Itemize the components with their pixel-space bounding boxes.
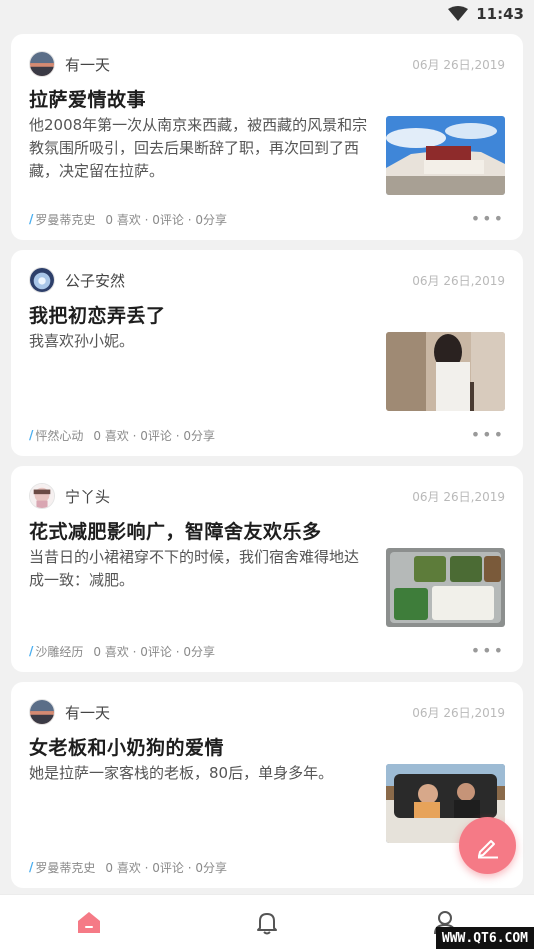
wifi-icon	[448, 6, 469, 21]
post-thumbnail[interactable]	[386, 332, 505, 411]
author-name[interactable]: 宁丫头	[65, 486, 110, 507]
post-meta: / 罗曼蒂克史 0 喜欢 · 0评论 · 0分享 •••	[29, 210, 505, 228]
watermark: WWW.QT6.COM	[435, 927, 534, 949]
post-summary[interactable]: 她是拉萨一家客栈的老板，80后，单身多年。	[29, 762, 369, 785]
home-icon	[78, 912, 100, 933]
post-stats: 0 喜欢 · 0评论 · 0分享	[105, 860, 228, 875]
avatar[interactable]	[29, 51, 55, 77]
tag-marker: /	[29, 212, 34, 226]
post-tag[interactable]: 怦然心动	[35, 427, 83, 444]
post-thumbnail[interactable]	[386, 548, 505, 627]
more-options-icon[interactable]: •••	[471, 643, 505, 659]
post-tag[interactable]: 沙雕经历	[35, 643, 83, 660]
author-row: 公子安然 06月 26日,2019	[29, 266, 505, 294]
avatar[interactable]	[29, 267, 55, 293]
avatar[interactable]	[29, 483, 55, 509]
post-tag[interactable]: 罗曼蒂克史	[35, 859, 95, 876]
post-card[interactable]: 有一天 06月 26日,2019 拉萨爱情故事 他2008年第一次从南京来西藏，…	[11, 34, 523, 240]
nav-notifications[interactable]	[237, 902, 297, 942]
post-stats: 0 喜欢 · 0评论 · 0分享	[105, 212, 228, 227]
tag-marker: /	[29, 428, 34, 442]
post-date: 06月 26日,2019	[412, 57, 505, 72]
post-meta: / 沙雕经历 0 喜欢 · 0评论 · 0分享 •••	[29, 642, 505, 660]
post-stats: 0 喜欢 · 0评论 · 0分享	[93, 428, 216, 443]
more-options-icon[interactable]: •••	[471, 427, 505, 443]
post-date: 06月 26日,2019	[412, 705, 505, 720]
write-post-button[interactable]	[459, 817, 516, 874]
more-options-icon[interactable]: •••	[471, 211, 505, 227]
post-stats: 0 喜欢 · 0评论 · 0分享	[93, 644, 216, 659]
bell-icon	[257, 913, 277, 935]
post-meta: / 罗曼蒂克史 0 喜欢 · 0评论 · 0分享	[29, 858, 505, 876]
post-date: 06月 26日,2019	[412, 489, 505, 504]
avatar[interactable]	[29, 699, 55, 725]
post-summary[interactable]: 当昔日的小裙裙穿不下的时候，我们宿舍难得地达成一致：减肥。	[29, 546, 369, 592]
post-card[interactable]: 公子安然 06月 26日,2019 我把初恋弄丢了 我喜欢孙小妮。 / 怦然心动…	[11, 250, 523, 456]
post-meta: / 怦然心动 0 喜欢 · 0评论 · 0分享 •••	[29, 426, 505, 444]
author-name[interactable]: 有一天	[65, 54, 110, 75]
author-name[interactable]: 有一天	[65, 702, 110, 723]
tag-marker: /	[29, 860, 34, 874]
post-title[interactable]: 拉萨爱情故事	[29, 85, 505, 112]
post-card[interactable]: 有一天 06月 26日,2019 女老板和小奶狗的爱情 她是拉萨一家客栈的老板，…	[11, 682, 523, 888]
post-date: 06月 26日,2019	[412, 273, 505, 288]
post-thumbnail[interactable]	[386, 116, 505, 195]
post-summary[interactable]: 他2008年第一次从南京来西藏，被西藏的风景和宗教氛围所吸引，回去后果断辞了职，…	[29, 114, 369, 183]
author-row: 有一天 06月 26日,2019	[29, 50, 505, 78]
edit-pen-icon	[477, 839, 498, 858]
post-title[interactable]: 花式减肥影响广，智障舍友欢乐多	[29, 517, 505, 544]
author-row: 宁丫头 06月 26日,2019	[29, 482, 505, 510]
author-name[interactable]: 公子安然	[65, 270, 125, 291]
nav-home[interactable]	[59, 902, 119, 942]
post-card[interactable]: 宁丫头 06月 26日,2019 花式减肥影响广，智障舍友欢乐多 当昔日的小裙裙…	[11, 466, 523, 672]
author-row: 有一天 06月 26日,2019	[29, 698, 505, 726]
post-tag[interactable]: 罗曼蒂克史	[35, 211, 95, 228]
tag-marker: /	[29, 644, 34, 658]
status-time: 11:43	[476, 5, 524, 23]
post-summary[interactable]: 我喜欢孙小妮。	[29, 330, 369, 353]
post-title[interactable]: 我把初恋弄丢了	[29, 301, 505, 328]
post-feed[interactable]: 有一天 06月 26日,2019 拉萨爱情故事 他2008年第一次从南京来西藏，…	[11, 34, 523, 898]
post-title[interactable]: 女老板和小奶狗的爱情	[29, 733, 505, 760]
status-bar: 11:43	[0, 0, 534, 28]
